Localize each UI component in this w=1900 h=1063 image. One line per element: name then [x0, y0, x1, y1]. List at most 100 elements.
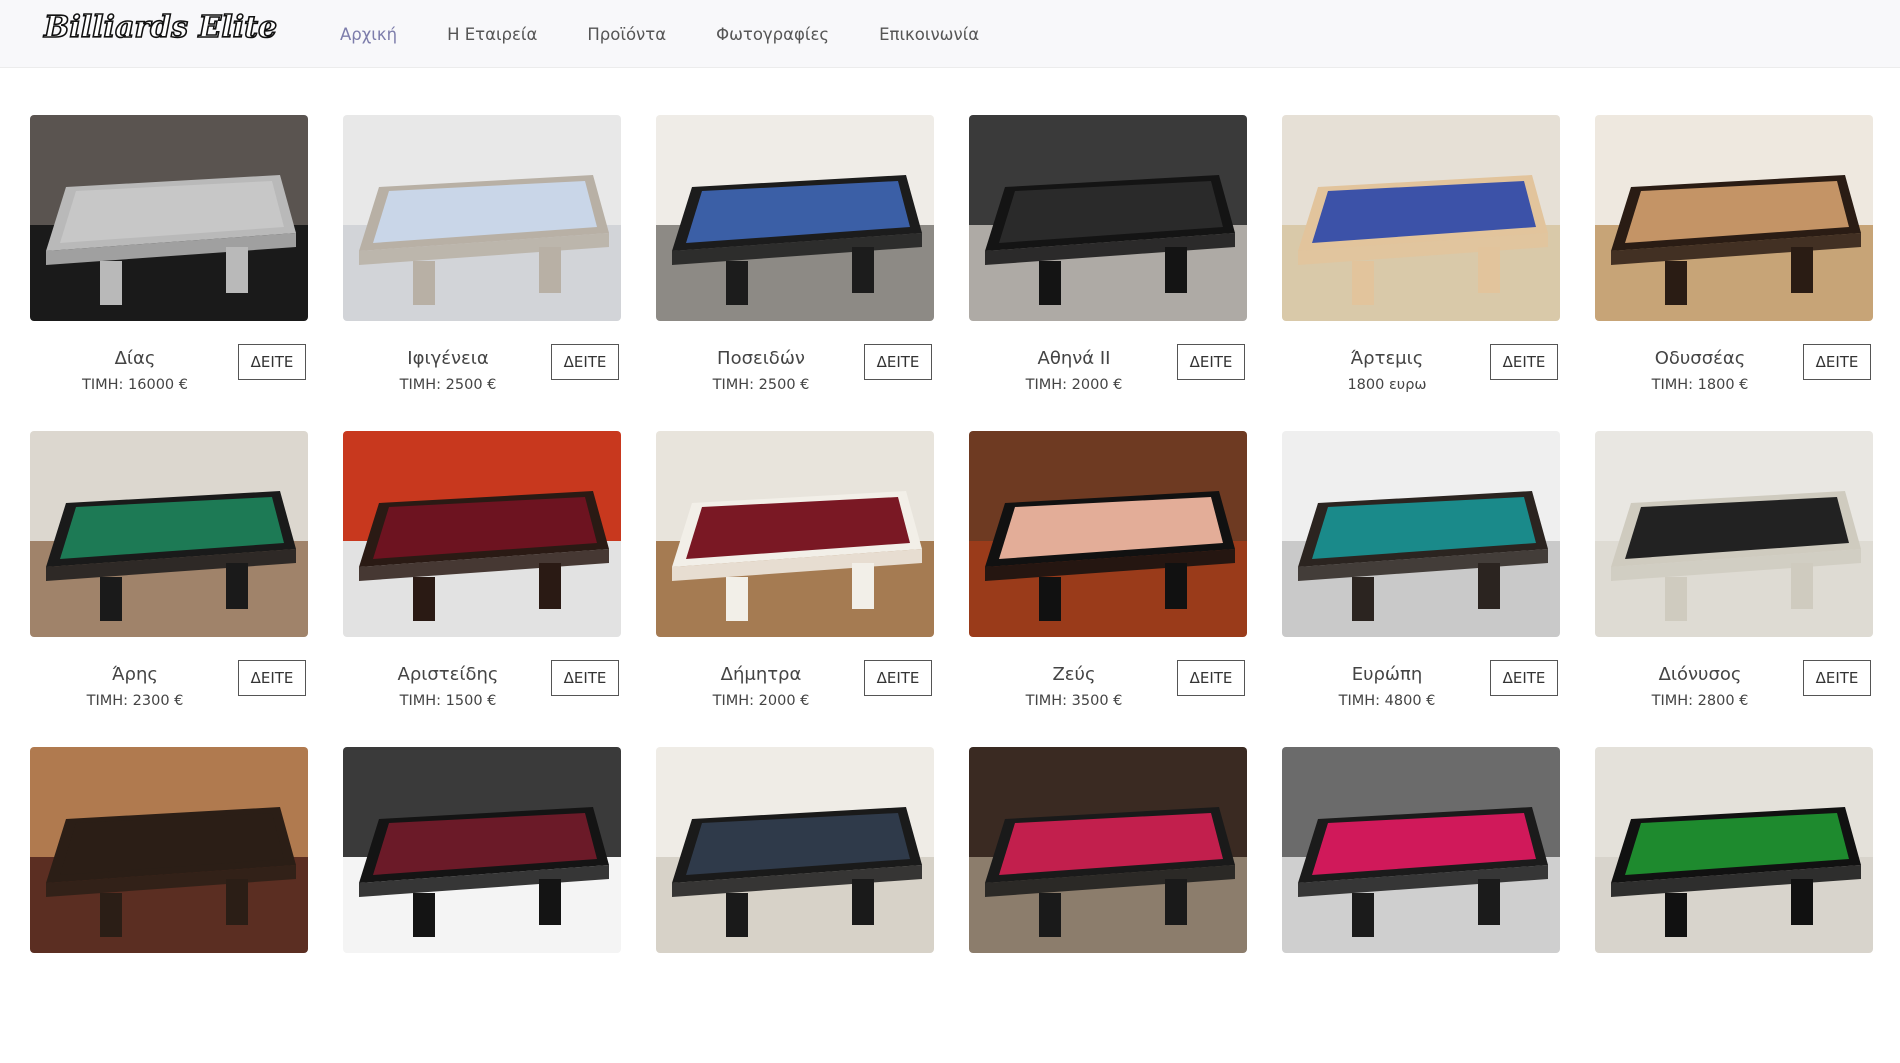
product-price: ΤΙΜΗ: 1500 €	[399, 693, 497, 709]
product-card	[343, 747, 621, 1063]
product-card: Άρης ΤΙΜΗ: 2300 € ΔΕΙΤΕ	[30, 431, 308, 747]
pool-table-image	[969, 747, 1247, 953]
product-caption: Οδυσσέας ΤΙΜΗ: 1800 € ΔΕΙΤΕ	[1595, 335, 1873, 395]
product-price: ΤΙΜΗ: 2500 €	[399, 377, 497, 393]
product-caption: Δίας ΤΙΜΗ: 16000 € ΔΕΙΤΕ	[30, 335, 308, 395]
pool-table-image	[656, 115, 934, 321]
product-price: ΤΙΜΗ: 2500 €	[712, 377, 810, 393]
view-product-button[interactable]: ΔΕΙΤΕ	[238, 344, 306, 380]
product-price: ΤΙΜΗ: 2300 €	[86, 693, 184, 709]
product-card: Δίας ΤΙΜΗ: 16000 € ΔΕΙΤΕ	[30, 115, 308, 431]
view-product-button[interactable]: ΔΕΙΤΕ	[1490, 660, 1558, 696]
product-caption	[1282, 967, 1560, 1027]
view-product-button[interactable]: ΔΕΙΤΕ	[1803, 344, 1871, 380]
product-name: Δήμητρα	[720, 664, 802, 685]
product-caption: Ιφιγένεια ΤΙΜΗ: 2500 € ΔΕΙΤΕ	[343, 335, 621, 395]
pool-table-image	[656, 747, 934, 953]
product-card: Οδυσσέας ΤΙΜΗ: 1800 € ΔΕΙΤΕ	[1595, 115, 1873, 431]
product-card	[30, 747, 308, 1063]
product-caption: Αθηνά ΙΙ ΤΙΜΗ: 2000 € ΔΕΙΤΕ	[969, 335, 1247, 395]
product-name: Ευρώπη	[1351, 664, 1423, 685]
nav-contact[interactable]: Επικοινωνία	[879, 25, 979, 44]
view-product-button[interactable]: ΔΕΙΤΕ	[551, 344, 619, 380]
pool-table-image	[30, 747, 308, 953]
product-card: Ευρώπη ΤΙΜΗ: 4800 € ΔΕΙΤΕ	[1282, 431, 1560, 747]
product-grid: Δίας ΤΙΜΗ: 16000 € ΔΕΙΤΕ Ιφιγένεια ΤΙΜΗ: 250…	[30, 115, 1875, 1063]
product-name: Άρτεμις	[1350, 348, 1424, 369]
product-photo[interactable]	[969, 115, 1247, 321]
view-product-button[interactable]: ΔΕΙΤΕ	[238, 660, 306, 696]
product-photo[interactable]	[343, 747, 621, 953]
view-product-button[interactable]: ΔΕΙΤΕ	[864, 660, 932, 696]
product-price: ΤΙΜΗ: 16000 €	[81, 377, 188, 393]
product-caption	[656, 967, 934, 1027]
product-card: Ζεύς ΤΙΜΗ: 3500 € ΔΕΙΤΕ	[969, 431, 1247, 747]
nav-home[interactable]: Αρχική	[340, 25, 397, 44]
product-card: Δήμητρα ΤΙΜΗ: 2000 € ΔΕΙΤΕ	[656, 431, 934, 747]
product-caption: Ζεύς ΤΙΜΗ: 3500 € ΔΕΙΤΕ	[969, 651, 1247, 711]
product-photo[interactable]	[30, 747, 308, 953]
view-product-button[interactable]: ΔΕΙΤΕ	[1177, 344, 1245, 380]
product-photo[interactable]	[969, 431, 1247, 637]
pool-table-image	[1282, 747, 1560, 953]
product-name: Αθηνά ΙΙ	[1037, 348, 1111, 369]
product-name: Οδυσσέας	[1654, 348, 1746, 369]
product-card: Ιφιγένεια ΤΙΜΗ: 2500 € ΔΕΙΤΕ	[343, 115, 621, 431]
product-photo[interactable]	[1595, 431, 1873, 637]
nav-photos[interactable]: Φωτογραφίες	[716, 25, 829, 44]
nav-products[interactable]: Προϊόντα	[587, 25, 666, 44]
pool-table-image	[30, 431, 308, 637]
pool-table-image	[1595, 115, 1873, 321]
product-caption	[343, 967, 621, 1027]
product-name: Άρης	[112, 664, 158, 685]
product-photo[interactable]	[1282, 431, 1560, 637]
product-card: Άρτεμις 1800 ευρω ΔΕΙΤΕ	[1282, 115, 1560, 431]
svg-text:Billiards Elite: Billiards Elite	[43, 10, 277, 45]
product-card: Ποσειδών ΤΙΜΗ: 2500 € ΔΕΙΤΕ	[656, 115, 934, 431]
main-nav: Αρχική Η Εταιρεία Προϊόντα Φωτογραφίες Ε…	[340, 0, 1029, 68]
pool-table-image	[1595, 431, 1873, 637]
product-price: 1800 ευρω	[1347, 377, 1427, 393]
product-photo[interactable]	[1595, 115, 1873, 321]
product-card: Αριστείδης ΤΙΜΗ: 1500 € ΔΕΙΤΕ	[343, 431, 621, 747]
product-photo[interactable]	[1282, 115, 1560, 321]
pool-table-image	[1595, 747, 1873, 953]
nav-company[interactable]: Η Εταιρεία	[447, 25, 537, 44]
product-card	[1282, 747, 1560, 1063]
product-caption	[30, 967, 308, 1027]
product-card: Αθηνά ΙΙ ΤΙΜΗ: 2000 € ΔΕΙΤΕ	[969, 115, 1247, 431]
product-photo[interactable]	[343, 115, 621, 321]
product-photo[interactable]	[30, 431, 308, 637]
product-price: ΤΙΜΗ: 4800 €	[1338, 693, 1436, 709]
product-caption: Άρτεμις 1800 ευρω ΔΕΙΤΕ	[1282, 335, 1560, 395]
product-caption: Ευρώπη ΤΙΜΗ: 4800 € ΔΕΙΤΕ	[1282, 651, 1560, 711]
product-caption	[1595, 967, 1873, 1027]
product-name: Διόνυσος	[1658, 664, 1742, 685]
product-price: ΤΙΜΗ: 3500 €	[1025, 693, 1123, 709]
product-photo[interactable]	[969, 747, 1247, 953]
billiards-elite-logo[interactable]: Billiards Elite	[40, 3, 292, 53]
product-photo[interactable]	[656, 747, 934, 953]
product-photo[interactable]	[1595, 747, 1873, 953]
view-product-button[interactable]: ΔΕΙΤΕ	[1177, 660, 1245, 696]
view-product-button[interactable]: ΔΕΙΤΕ	[551, 660, 619, 696]
pool-table-image	[343, 747, 621, 953]
top-navbar: Billiards Elite Αρχική Η Εταιρεία Προϊόν…	[0, 0, 1900, 68]
view-product-button[interactable]: ΔΕΙΤΕ	[1490, 344, 1558, 380]
pool-table-image	[1282, 431, 1560, 637]
product-name: Ποσειδών	[717, 348, 805, 369]
product-caption: Δήμητρα ΤΙΜΗ: 2000 € ΔΕΙΤΕ	[656, 651, 934, 711]
product-name: Ιφιγένεια	[407, 348, 489, 369]
view-product-button[interactable]: ΔΕΙΤΕ	[864, 344, 932, 380]
product-price: ΤΙΜΗ: 2000 €	[712, 693, 810, 709]
view-product-button[interactable]: ΔΕΙΤΕ	[1803, 660, 1871, 696]
product-caption: Ποσειδών ΤΙΜΗ: 2500 € ΔΕΙΤΕ	[656, 335, 934, 395]
product-card	[1595, 747, 1873, 1063]
product-photo[interactable]	[343, 431, 621, 637]
product-photo[interactable]	[1282, 747, 1560, 953]
product-photo[interactable]	[30, 115, 308, 321]
product-photo[interactable]	[656, 431, 934, 637]
product-price: ΤΙΜΗ: 2800 €	[1651, 693, 1749, 709]
pool-table-image	[343, 431, 621, 637]
product-photo[interactable]	[656, 115, 934, 321]
